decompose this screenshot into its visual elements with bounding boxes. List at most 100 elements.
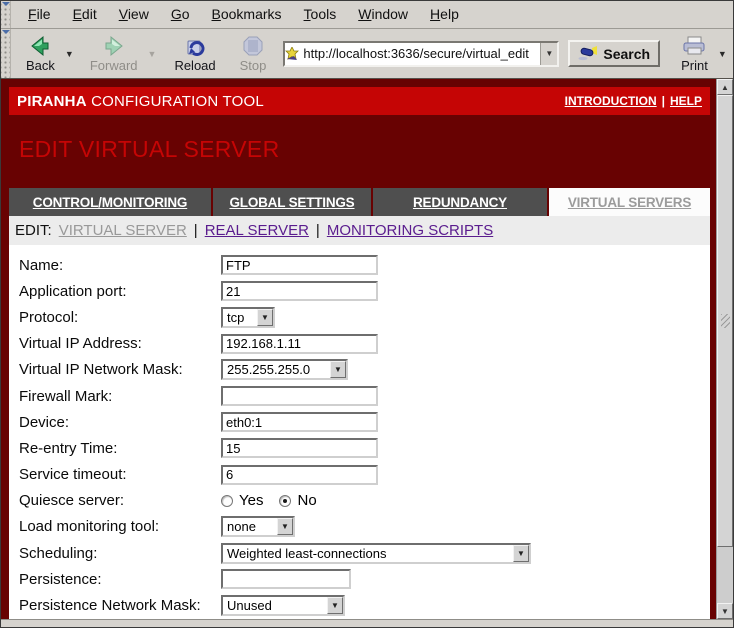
menu-go[interactable]: Go xyxy=(160,1,201,28)
piranha-brand: PIRANHA CONFIGURATION TOOL xyxy=(17,93,264,110)
field-row-quiesce-server: Quiesce server:YesNo xyxy=(19,488,710,514)
back-button[interactable]: Back xyxy=(19,33,62,74)
stop-button[interactable]: Stop xyxy=(233,33,274,74)
name-label: Name: xyxy=(19,257,221,274)
service-timeout-input[interactable] xyxy=(221,465,378,485)
tab-redundancy[interactable]: REDUNDANCY xyxy=(373,188,547,216)
menu-bar-items: FileEditViewGoBookmarksToolsWindowHelp xyxy=(17,1,470,28)
url-input[interactable] xyxy=(303,43,540,65)
subnav-link-real-server[interactable]: REAL SERVER xyxy=(205,222,309,239)
scheduling-select[interactable]: Weighted least-connections▼ xyxy=(221,543,531,564)
scrollbar-track[interactable] xyxy=(717,547,733,603)
virtual-ip-network-mask-select-arrow[interactable]: ▼ xyxy=(330,361,346,378)
load-monitoring-tool-select[interactable]: none▼ xyxy=(221,516,295,537)
edit-subnav: EDIT: VIRTUAL SERVER | REAL SERVER | MON… xyxy=(9,216,710,245)
main-tabs: CONTROL/MONITORINGGLOBAL SETTINGSREDUNDA… xyxy=(9,188,710,216)
persistence-network-mask-select[interactable]: Unused▼ xyxy=(221,595,345,616)
persistence-input[interactable] xyxy=(221,569,351,589)
persistence-network-mask-label: Persistence Network Mask: xyxy=(19,597,221,614)
quiesce-server-radio-yes[interactable] xyxy=(221,495,233,507)
persistence-network-mask-select-arrow[interactable]: ▼ xyxy=(327,597,343,614)
field-row-virtual-ip-address: Virtual IP Address: xyxy=(19,331,710,357)
tab-global-settings[interactable]: GLOBAL SETTINGS xyxy=(213,188,371,216)
forward-icon xyxy=(102,34,126,58)
virtual-ip-network-mask-select[interactable]: 255.255.255.0▼ xyxy=(221,359,348,380)
print-button[interactable]: Print xyxy=(674,33,715,74)
menu-view[interactable]: View xyxy=(108,1,160,28)
field-row-application-port: Application port: xyxy=(19,278,710,304)
help-link[interactable]: HELP xyxy=(670,94,702,108)
virtual-server-form: Name:Application port:Protocol:tcp▼Virtu… xyxy=(9,245,710,619)
field-row-name: Name: xyxy=(19,252,710,278)
field-row-device: Device: xyxy=(19,409,710,435)
navigation-toolbar: Back ▼ Forward ▼ Reload Stop xyxy=(1,29,733,79)
scheduling-label: Scheduling: xyxy=(19,545,221,562)
back-icon xyxy=(28,34,52,58)
firewall-mark-input[interactable] xyxy=(221,386,378,406)
subnav-link-monitoring-scripts[interactable]: MONITORING SCRIPTS xyxy=(327,222,493,239)
menu-tools[interactable]: Tools xyxy=(293,1,348,28)
scroll-up-button[interactable]: ▲ xyxy=(717,79,733,95)
re-entry-time-label: Re-entry Time: xyxy=(19,440,221,457)
scheduling-selected-value: Weighted least-connections xyxy=(223,546,513,561)
brand-rest: CONFIGURATION TOOL xyxy=(87,93,264,110)
device-label: Device: xyxy=(19,414,221,431)
virtual-ip-address-input[interactable] xyxy=(221,334,378,354)
back-label: Back xyxy=(26,58,55,73)
field-row-virtual-ip-network-mask: Virtual IP Network Mask:255.255.255.0▼ xyxy=(19,357,710,383)
piranha-page: PIRANHA CONFIGURATION TOOL INTRODUCTION … xyxy=(1,79,716,619)
window-bottom-edge xyxy=(1,619,733,627)
reload-icon xyxy=(183,34,207,58)
menu-bar: FileEditViewGoBookmarksToolsWindowHelp xyxy=(1,1,733,29)
scheduling-select-arrow[interactable]: ▼ xyxy=(513,545,529,562)
tab-virtual-servers[interactable]: VIRTUAL SERVERS xyxy=(549,188,710,216)
scrollbar-thumb[interactable] xyxy=(717,95,733,547)
header-links: INTRODUCTION | HELP xyxy=(565,94,702,108)
menu-bookmarks[interactable]: Bookmarks xyxy=(201,1,293,28)
flashlight-icon xyxy=(578,46,598,62)
quiesce-server-label: Quiesce server: xyxy=(19,492,221,509)
print-label: Print xyxy=(681,58,708,73)
vertical-scrollbar[interactable]: ▲ ▼ xyxy=(716,79,733,619)
name-input[interactable] xyxy=(221,255,378,275)
application-port-input[interactable] xyxy=(221,281,378,301)
load-monitoring-tool-select-arrow[interactable]: ▼ xyxy=(277,518,293,535)
scroll-down-button[interactable]: ▼ xyxy=(717,603,733,619)
url-dropdown-button[interactable]: ▼ xyxy=(540,43,557,65)
field-row-service-timeout: Service timeout: xyxy=(19,462,710,488)
protocol-select[interactable]: tcp▼ xyxy=(221,307,275,328)
search-button[interactable]: Search xyxy=(568,40,660,67)
stop-icon xyxy=(241,34,265,58)
tab-control-monitoring[interactable]: CONTROL/MONITORING xyxy=(9,188,211,216)
persistence-network-mask-selected-value: Unused xyxy=(223,598,327,613)
menu-window[interactable]: Window xyxy=(347,1,419,28)
quiesce-server-radio-no[interactable] xyxy=(279,495,291,507)
service-timeout-label: Service timeout: xyxy=(19,466,221,483)
field-row-persistence: Persistence: xyxy=(19,566,710,592)
bookmark-page-icon[interactable] xyxy=(285,47,303,61)
re-entry-time-input[interactable] xyxy=(221,438,378,458)
browser-window: FileEditViewGoBookmarksToolsWindowHelp B… xyxy=(0,0,734,628)
brand-strong: PIRANHA xyxy=(17,93,87,110)
reload-button[interactable]: Reload xyxy=(167,33,222,74)
subnav-separator-2: | xyxy=(316,222,320,239)
device-input[interactable] xyxy=(221,412,378,432)
toolbar-grippy[interactable] xyxy=(1,29,11,78)
header-link-separator: | xyxy=(662,94,665,108)
print-icon xyxy=(681,34,707,58)
page-title: EDIT VIRTUAL SERVER xyxy=(19,136,710,166)
forward-button[interactable]: Forward xyxy=(83,33,145,74)
stop-label: Stop xyxy=(240,58,267,73)
menu-file[interactable]: File xyxy=(17,1,62,28)
menubar-grippy[interactable] xyxy=(1,1,11,28)
menu-help[interactable]: Help xyxy=(419,1,470,28)
protocol-select-arrow[interactable]: ▼ xyxy=(257,309,273,326)
load-monitoring-tool-label: Load monitoring tool: xyxy=(19,518,221,535)
introduction-link[interactable]: INTRODUCTION xyxy=(565,94,657,108)
application-port-label: Application port: xyxy=(19,283,221,300)
print-dropdown-arrow[interactable]: ▼ xyxy=(715,49,730,59)
menu-edit[interactable]: Edit xyxy=(62,1,108,28)
back-dropdown-arrow[interactable]: ▼ xyxy=(62,49,77,59)
subnav-prefix: EDIT: xyxy=(15,222,52,239)
forward-dropdown-arrow[interactable]: ▼ xyxy=(145,49,160,59)
